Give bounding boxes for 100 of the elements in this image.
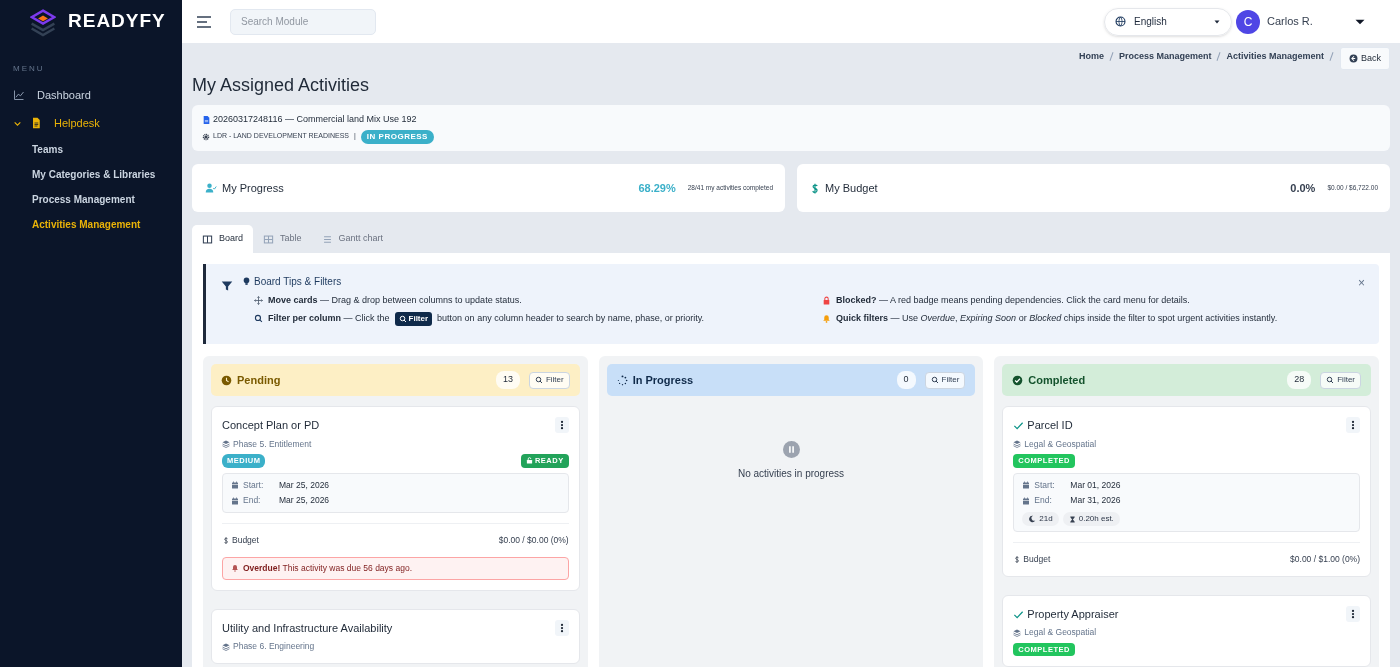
date-label: Start: [1034,478,1056,492]
filter-button[interactable]: Filter [924,371,966,389]
view-tab[interactable]: Table [253,225,312,253]
status-badge: IN PROGRESS [360,129,434,144]
search-icon [398,314,407,323]
stat-value: 68.29% [638,180,676,196]
phase-label: Legal & Geospatial [1024,626,1097,639]
menu-heading: MENU [12,63,46,75]
clock-icon [221,374,232,386]
duration-chip: 21d [1022,512,1059,526]
phase-label: Legal & Geospatial [1024,437,1097,451]
search-icon [254,314,263,323]
date-value: Mar 31, 2026 [1070,494,1121,507]
tip-text: button on any column header to search by name, phase, or priority. [437,311,705,325]
budget-value: $0.00 / $0.00 (0%) [498,534,569,547]
user-menu[interactable]: C Carlos R. [1236,9,1386,34]
filter-icon [221,280,233,292]
stat-label: My Budget [825,180,879,196]
calendar-icon [1022,480,1031,489]
card-title: Concept Plan or PD [222,418,321,433]
date-label: End: [1034,494,1053,507]
bell-icon [822,314,831,323]
chart-icon [13,89,25,101]
sidebar-item[interactable]: Dashboard [0,81,182,109]
search-field[interactable]: Search Module [230,8,376,35]
date-label: End: [243,494,262,507]
spinner-icon [616,374,628,386]
date-value: Mar 25, 2026 [279,478,330,492]
close-button[interactable]: × [1358,276,1365,290]
columns-icon [202,233,213,245]
stat-label: My Progress [222,180,285,196]
more-button[interactable] [1346,417,1360,434]
tip-text: Move cards — Drag & drop between columns to update status. [268,294,522,307]
document-icon [30,117,42,129]
calendar-icon [231,480,239,489]
date-label: Start: [243,478,265,492]
sidebar-item[interactable]: My Categories & Libraries [0,162,182,187]
date-value: Mar 01, 2026 [1070,478,1121,492]
check-circle-icon [1012,374,1024,386]
sidebar-item[interactable]: Helpdesk [0,109,182,137]
sidebar-item[interactable]: Teams [0,137,182,162]
search-icon [534,376,543,384]
card-title: Utility and Infrastructure Availability [222,620,394,636]
tip-text: Blocked? — A red badge means pending dependencies. Click the card menu for details. [836,294,1190,307]
alert-text: Overdue! This activity was due 56 days ago. [243,561,412,575]
filter-chip: Filter [394,311,433,326]
lock-icon [822,296,831,306]
menu-icon [196,13,212,30]
stat-value: 0.0% [1290,180,1316,196]
breadcrumb-link[interactable]: Activities Management [1226,50,1324,64]
count-badge: 13 [495,371,520,389]
column-title: Pending [237,372,282,388]
budget-label: Budget [1023,553,1051,566]
sidebar-item[interactable]: Activities Management [0,212,182,237]
search-icon [930,376,939,384]
document-icon [202,114,211,125]
user-check-icon [204,182,218,194]
hourglass-icon [1068,515,1076,523]
table-icon [263,233,275,245]
column-title: Completed [1028,372,1087,388]
filter-button[interactable]: Filter [528,371,570,389]
tip-text: Filter per column — Click the [268,311,390,325]
back-button[interactable]: Back [1340,47,1390,70]
more-button[interactable] [554,620,569,636]
dollar-icon [222,535,230,545]
filter-button[interactable]: Filter [1320,371,1361,389]
avatar: C [1236,9,1260,34]
layers-icon [222,642,230,651]
calendar-icon [231,496,239,505]
dollar-icon [1013,554,1022,564]
sidebar-item[interactable]: Process Management [0,187,182,212]
pause-icon [782,441,800,458]
brand-name: READYFY [68,9,166,34]
layers-icon [1013,439,1022,448]
project-title: 20260317248116 — Commercial land Mix Use 192 [213,113,417,126]
card-title: Parcel ID [1027,418,1074,433]
search-icon [1326,376,1335,384]
page-title: My Assigned Activities [192,74,371,97]
breadcrumb-link[interactable]: Home [1078,50,1104,64]
unlock-icon [525,457,533,465]
more-button[interactable] [554,417,569,434]
column-title: In Progress [632,372,695,388]
list-icon [321,233,333,245]
count-badge: 0 [896,371,916,389]
budget-label: Budget [232,534,259,547]
phase-label: Phase 5. Entitlement [233,437,312,451]
lightbulb-icon [242,276,251,287]
globe-icon [1115,16,1126,27]
more-button[interactable] [1346,606,1360,622]
breadcrumb-link[interactable]: Process Management [1118,50,1212,64]
card-title: Property Appraiser [1027,606,1120,622]
layers-icon [1013,628,1022,637]
date-value: Mar 25, 2026 [279,494,330,507]
empty-message: No activities in progress [737,467,845,481]
tips-title: Board Tips & Filters [254,275,342,289]
view-tab[interactable]: Gantt chart [311,225,394,253]
bell-icon [231,564,239,573]
view-tab[interactable]: Board [192,225,254,253]
moon-icon [1028,515,1037,523]
budget-value: $0.00 / $1.00 (0%) [1290,553,1360,566]
